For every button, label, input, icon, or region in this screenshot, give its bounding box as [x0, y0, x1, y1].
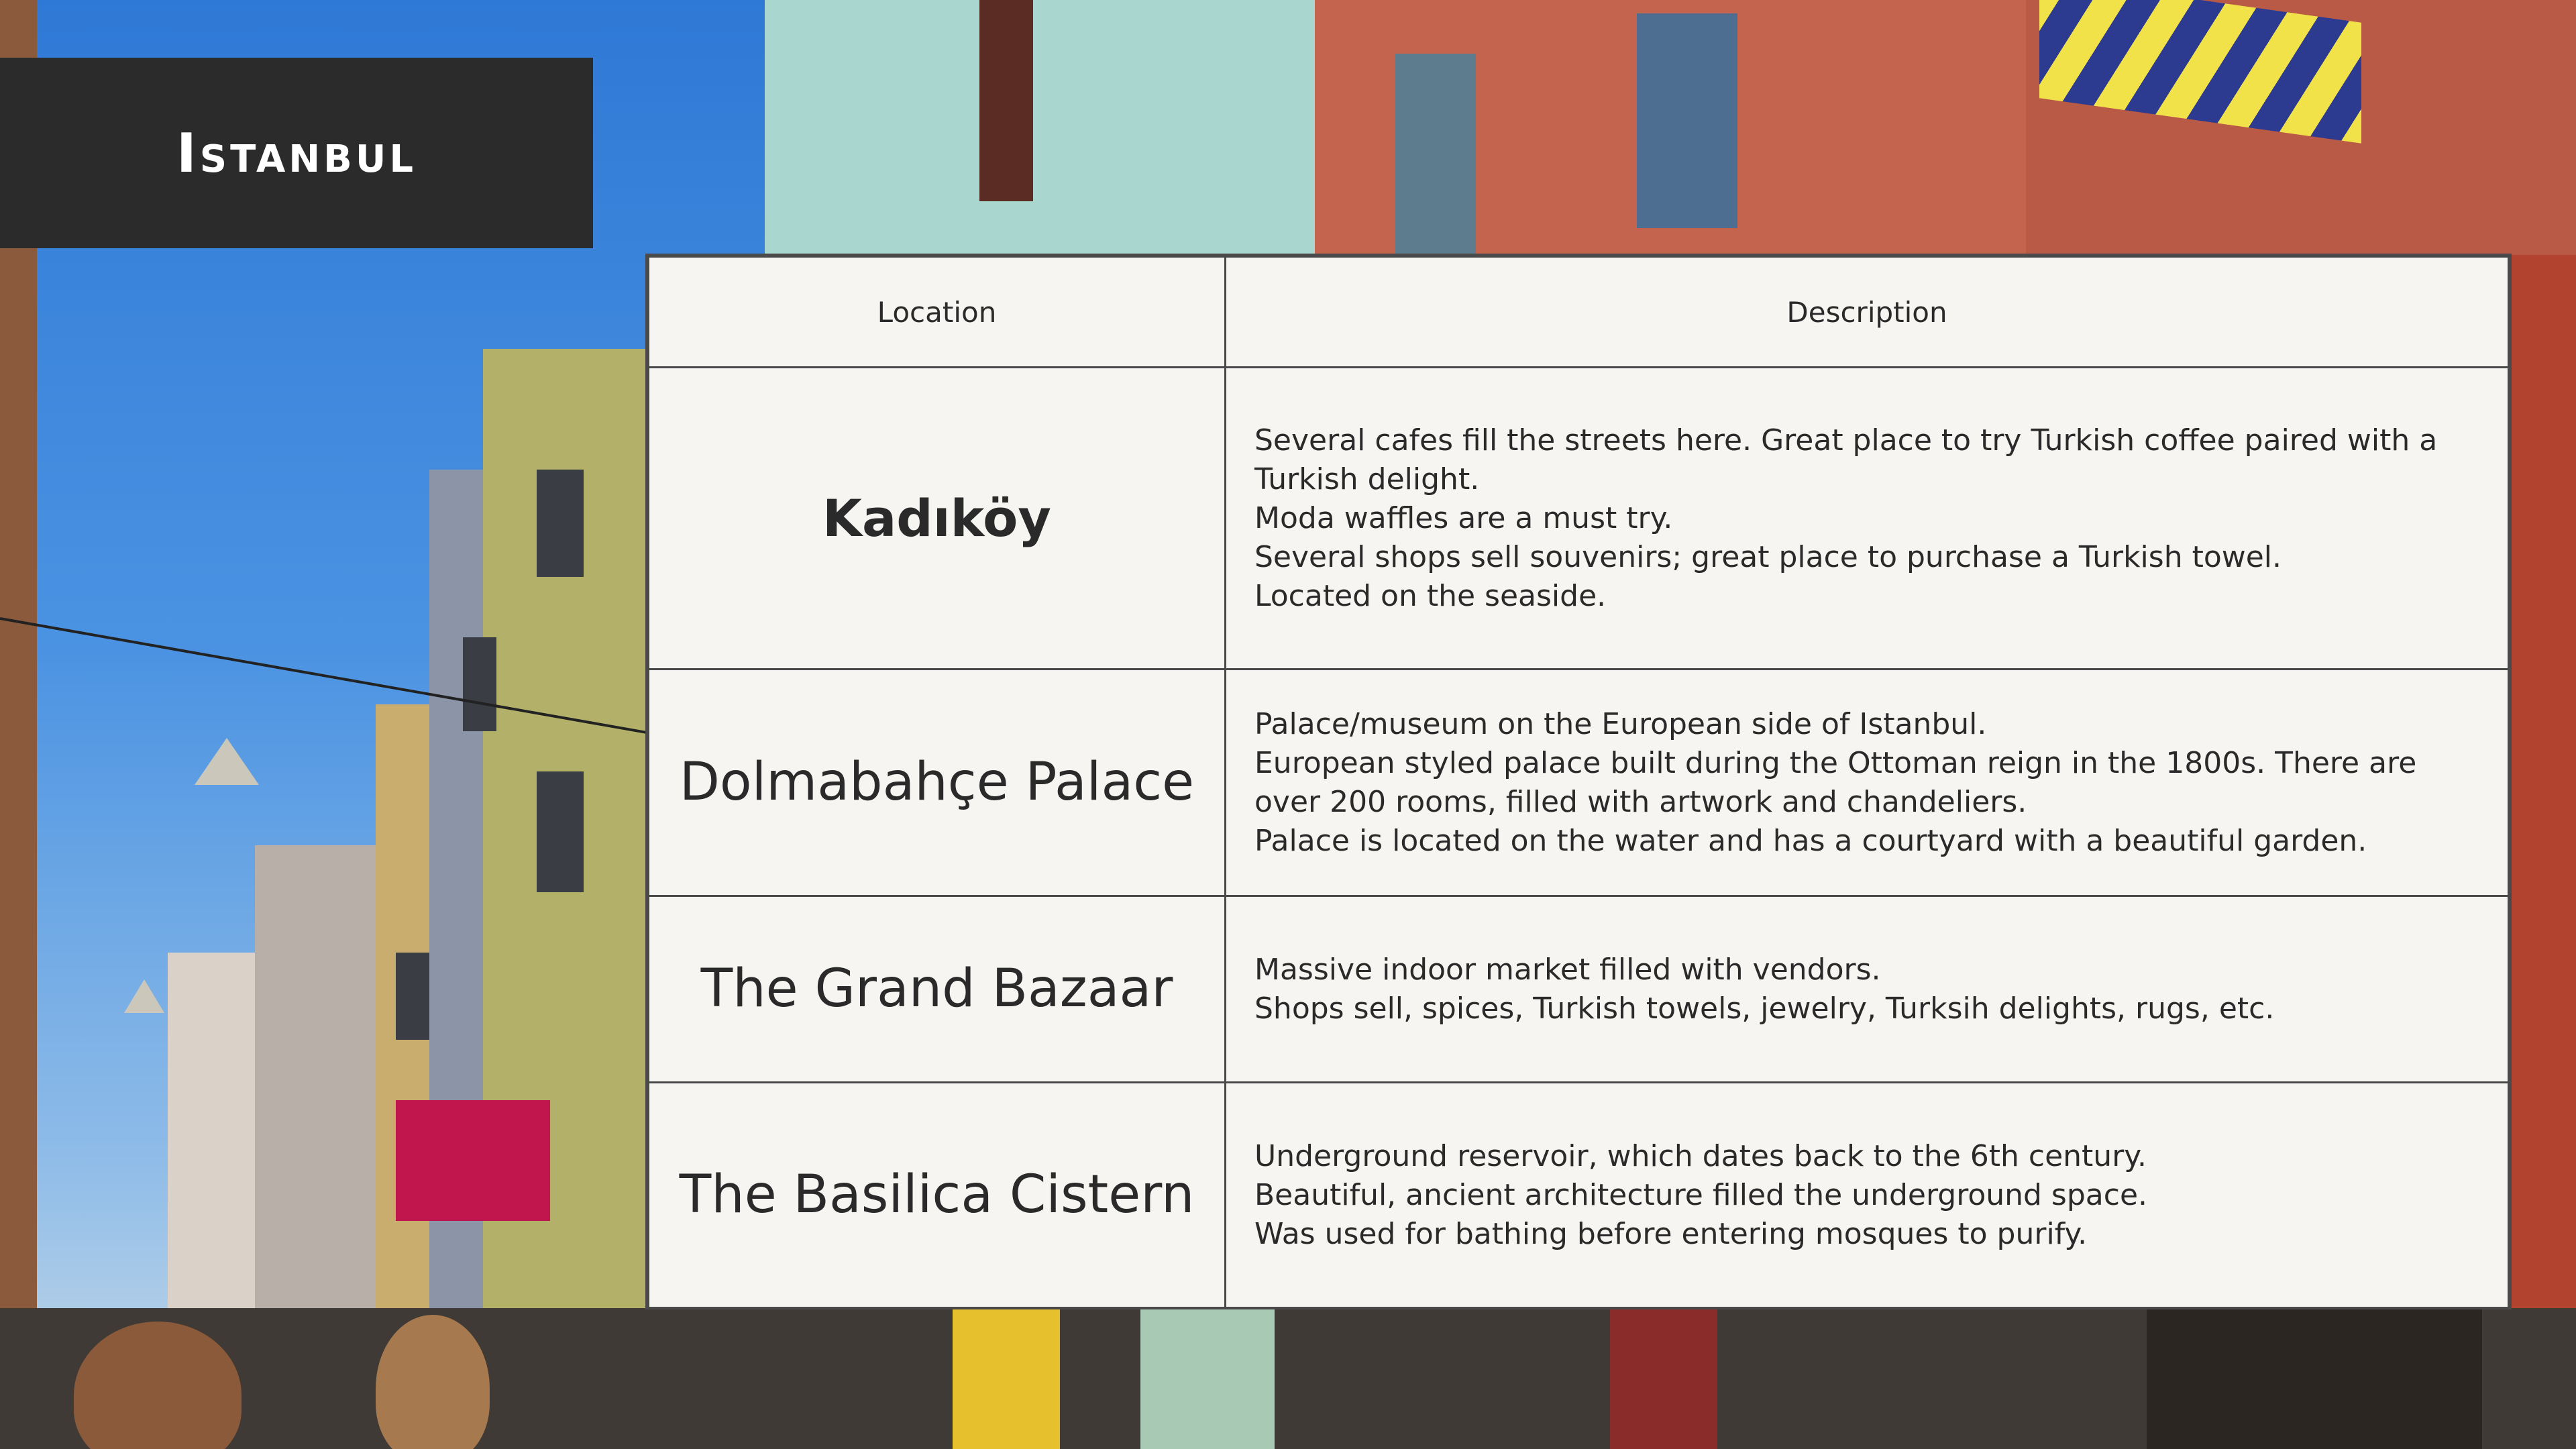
description-line: Beautiful, ancient architecture filled t… [1254, 1177, 2147, 1212]
table-row: Kadıköy Several cafes fill the streets h… [647, 366, 2510, 670]
table-row: The Grand Bazaar Massive indoor market f… [647, 895, 2510, 1083]
description-line: Located on the seaside. [1254, 578, 1607, 613]
location-cell: The Basilica Cistern [647, 1081, 1226, 1309]
table-header-row: Location Description [647, 256, 2510, 368]
building-mint [765, 0, 1328, 282]
description-line: Underground reservoir, which dates back … [1254, 1138, 2147, 1173]
description-line: Shops sell, spices, Turkish towels, jewe… [1254, 991, 2275, 1026]
window [537, 470, 584, 577]
title-box: Istanbul [0, 58, 593, 248]
description-line: European styled palace built during the … [1254, 745, 2417, 819]
cafe-seating [2147, 1308, 2482, 1449]
header-description: Description [1224, 256, 2510, 368]
window [1637, 13, 1737, 228]
page-title: Istanbul [176, 121, 417, 184]
shopfront [1140, 1308, 1275, 1449]
description-cell: Palace/museum on the European side of Is… [1224, 668, 2510, 897]
location-cell: Kadıköy [647, 366, 1226, 670]
building-right-edge [2509, 255, 2576, 1328]
location-cell: Dolmabahçe Palace [647, 668, 1226, 897]
window [537, 771, 584, 892]
window [463, 637, 496, 731]
street-lamp [195, 738, 259, 785]
table-row: The Basilica Cistern Underground reservo… [647, 1081, 2510, 1309]
window [396, 953, 429, 1040]
street-lamp [124, 979, 164, 1013]
header-location: Location [647, 256, 1226, 368]
description-line: Several cafes fill the streets here. Gre… [1254, 423, 2438, 496]
description-line: Palace is located on the water and has a… [1254, 823, 2367, 858]
table: Location Description Kadıköy Several caf… [647, 256, 2510, 1309]
description-line: Several shops sell souvenirs; great plac… [1254, 539, 2282, 574]
description-cell: Underground reservoir, which dates back … [1224, 1081, 2510, 1309]
shop-poster [953, 1308, 1060, 1449]
description-cell: Several cafes fill the streets here. Gre… [1224, 366, 2510, 670]
shop-sign [396, 1100, 550, 1221]
description-cell: Massive indoor market filled with vendor… [1224, 895, 2510, 1083]
attractions-table: Location Description Kadıköy Several caf… [645, 254, 2512, 1309]
shopfront [1610, 1308, 1717, 1449]
table-row: Dolmabahçe Palace Palace/museum on the E… [647, 668, 2510, 897]
window [1395, 54, 1476, 255]
description-line: Moda waffles are a must try. [1254, 500, 1673, 535]
description-line: Was used for bathing before entering mos… [1254, 1216, 2088, 1251]
description-line: Massive indoor market filled with vendor… [1254, 952, 1881, 987]
description-line: Palace/museum on the European side of Is… [1254, 706, 1987, 741]
window [979, 0, 1033, 201]
location-cell: The Grand Bazaar [647, 895, 1226, 1083]
